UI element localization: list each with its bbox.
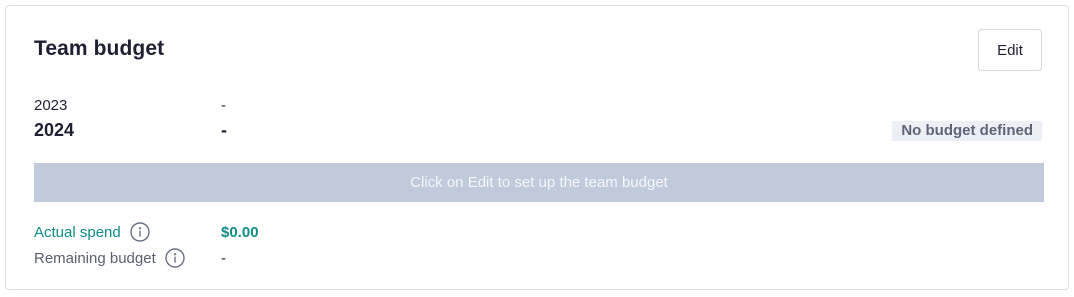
previous-year-value: - [221,97,226,114]
edit-button[interactable]: Edit [978,29,1042,71]
status-badge: No budget defined [892,121,1042,141]
team-budget-card: Team budget Edit 2023 - 2024 - No budget… [5,5,1069,290]
current-year-value: - [221,120,227,140]
remaining-budget-value: - [221,250,226,267]
remaining-budget-label: Remaining budget [34,249,156,267]
previous-year-label: 2023 [34,97,68,114]
budget-empty-bar: Click on Edit to set up the team budget [34,163,1044,202]
actual-spend-label: Actual spend [34,223,121,241]
actual-spend-value: $0.00 [221,224,259,241]
current-year-label: 2024 [34,120,75,140]
card-title: Team budget [34,37,165,60]
actual-spend-row: Actual spend [34,222,150,242]
info-icon[interactable] [165,248,185,268]
remaining-budget-row: Remaining budget [34,248,185,268]
info-icon[interactable] [130,222,150,242]
